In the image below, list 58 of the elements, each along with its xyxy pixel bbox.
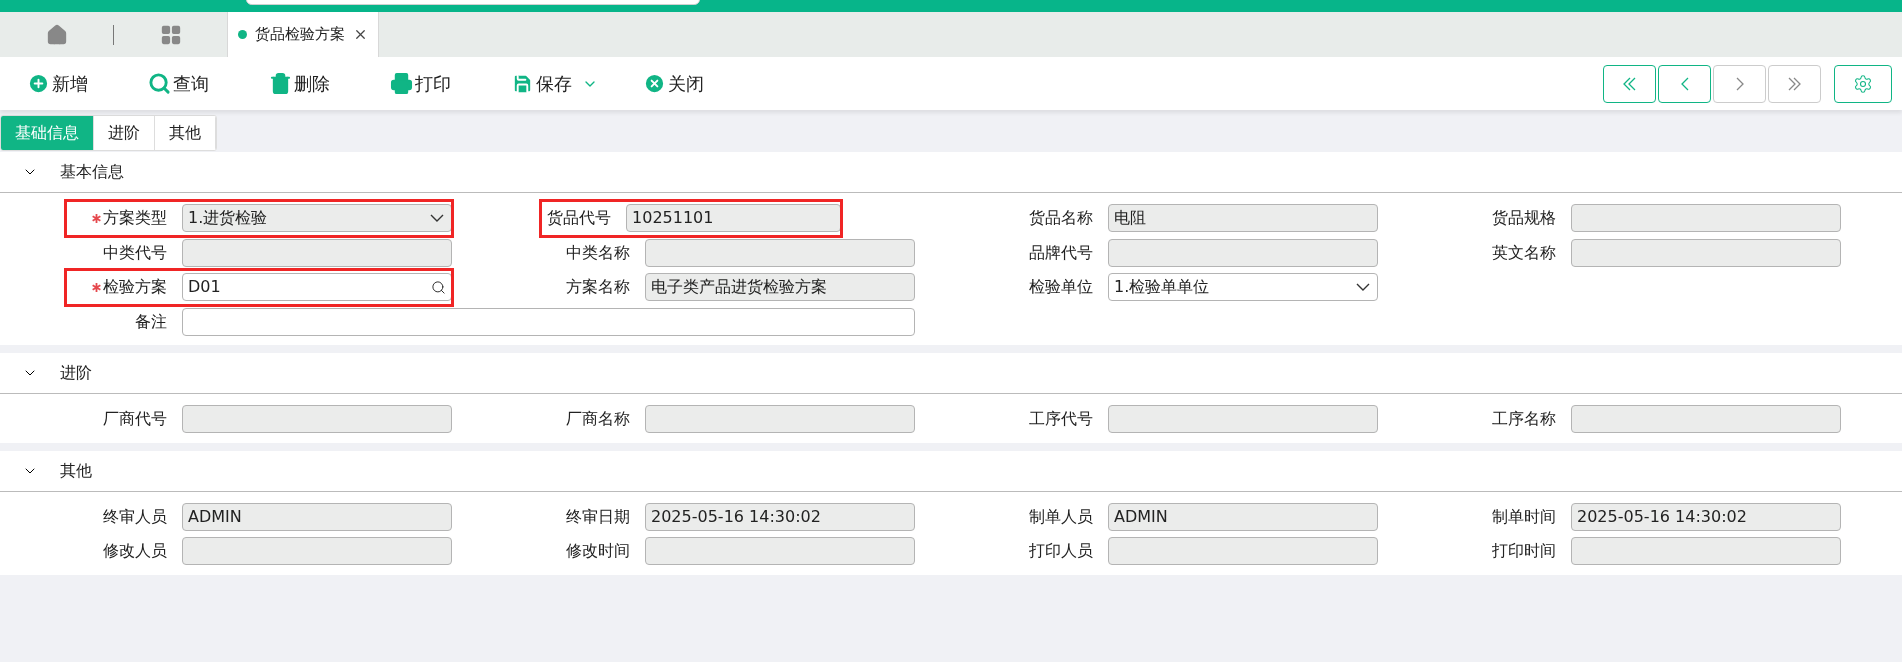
section-title: 其他 [60, 459, 92, 482]
field-label: 方案类型 [103, 207, 167, 230]
field-label: 打印人员 [1029, 540, 1093, 563]
toolbar-button[interactable]: 新增 [27, 65, 148, 102]
field-label: 中类名称 [566, 241, 630, 264]
lookup-field[interactable]: D01 [182, 273, 452, 302]
save-icon [511, 72, 534, 95]
chevron-icon [1680, 76, 1689, 91]
section-title: 进阶 [60, 362, 92, 384]
field-label: 终审人员 [103, 505, 167, 528]
field-label: 制单人员 [1029, 505, 1093, 528]
field-label: 备注 [135, 310, 167, 333]
field-label: 方案名称 [566, 276, 630, 299]
tab-title: 货品检验方案 [255, 24, 345, 46]
field-label: 英文名称 [1492, 241, 1556, 264]
settings-button[interactable] [1834, 64, 1892, 103]
toolbar-button[interactable]: 打印 [390, 65, 511, 102]
page-tab[interactable]: 货品检验方案 [227, 12, 379, 57]
search-icon [148, 72, 171, 95]
toolbar-button[interactable]: 删除 [269, 65, 390, 102]
toolbar-button[interactable]: 保存 [511, 65, 643, 102]
first-page-button[interactable] [1603, 64, 1656, 103]
chevron-down-icon [430, 214, 444, 223]
previous-page-button[interactable] [1658, 64, 1711, 103]
field-label: 厂商名称 [566, 408, 630, 431]
search-icon [431, 279, 446, 295]
field-label: 品牌代号 [1029, 241, 1093, 264]
chevron-down-icon [1356, 283, 1370, 292]
home-icon [45, 23, 68, 46]
field-label: 修改时间 [566, 540, 630, 563]
printer-icon [390, 72, 413, 95]
field-label: 中类代号 [103, 241, 167, 264]
field-label: 厂商代号 [103, 408, 167, 431]
field-label: 打印时间 [1492, 540, 1556, 563]
double-chevron-icon [1623, 76, 1636, 91]
double-chevron-icon [1788, 76, 1801, 91]
grid-icon [159, 23, 182, 46]
settings-icon [1853, 73, 1873, 94]
input-field[interactable] [182, 307, 915, 336]
toolbar-button[interactable]: 关闭 [643, 65, 764, 102]
field-label: 检验方案 [103, 276, 167, 299]
trash-icon [269, 72, 292, 95]
field-label: 货品代号 [547, 207, 611, 230]
close-icon[interactable] [353, 27, 368, 42]
add-icon [27, 72, 50, 95]
field-label: 货品名称 [1029, 207, 1093, 230]
close-icon [643, 72, 666, 95]
field-label: 制单时间 [1492, 505, 1556, 528]
field-label: 工序代号 [1029, 408, 1093, 431]
field-label: 终审日期 [566, 505, 630, 528]
field-label: 修改人员 [103, 540, 167, 563]
field-label: 检验单位 [1029, 276, 1093, 299]
select-field[interactable]: 1.检验单单位 [1108, 273, 1378, 302]
chevron-icon [1735, 76, 1744, 91]
toolbar-button[interactable]: 查询 [148, 65, 269, 102]
field-label: 货品规格 [1492, 207, 1556, 230]
field-label: 工序名称 [1492, 408, 1556, 431]
section-title: 基本信息 [60, 161, 124, 183]
